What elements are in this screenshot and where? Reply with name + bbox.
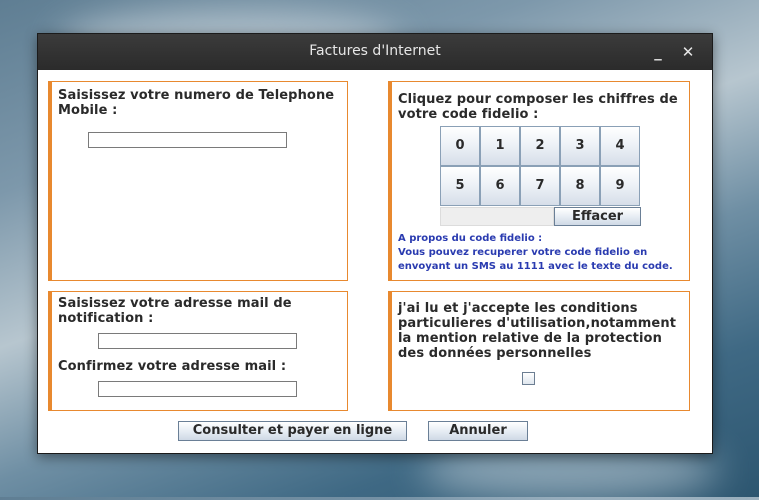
email-label: Saisissez votre adresse mail de notifica… [58,296,292,326]
terms-panel: j'ai lu et j'accepte les conditions part… [388,291,690,411]
key-7[interactable]: 7 [520,166,560,206]
key-6[interactable]: 6 [480,166,520,206]
key-0[interactable]: 0 [440,126,480,166]
key-1[interactable]: 1 [480,126,520,166]
window-content: Saisissez votre numero de Telephone Mobi… [38,70,712,453]
phone-label: Saisissez votre numero de Telephone Mobi… [58,88,335,118]
submit-button[interactable]: Consulter et payer en ligne [178,421,407,441]
confirm-email-label: Confirmez votre adresse mail : [58,359,287,374]
clear-button[interactable]: Effacer [554,207,641,226]
code-display [440,207,554,226]
cancel-button[interactable]: Annuler [428,421,528,441]
phone-input[interactable] [88,132,287,148]
email-panel: Saisissez votre adresse mail de notifica… [48,291,348,411]
fidelio-info-title: A propos du code fidelio : [398,233,543,244]
fidelio-info-text: Vous pouvez recuperer votre code fidelio… [398,247,673,272]
key-2[interactable]: 2 [520,126,560,166]
phone-panel: Saisissez votre numero de Telephone Mobi… [48,81,348,281]
terms-checkbox[interactable] [522,372,535,385]
key-5[interactable]: 5 [440,166,480,206]
fidelio-label: Cliquez pour composer les chiffres de vo… [398,92,678,122]
key-8[interactable]: 8 [560,166,600,206]
minimize-icon: _ [654,43,662,61]
key-4[interactable]: 4 [600,126,640,166]
key-9[interactable]: 9 [600,166,640,206]
key-3[interactable]: 3 [560,126,600,166]
terms-label: j'ai lu et j'accepte les conditions part… [398,301,677,361]
confirm-email-input[interactable] [98,381,297,397]
close-button[interactable]: ✕ [676,40,700,64]
close-icon: ✕ [681,43,695,61]
title-bar[interactable]: Factures d'Internet _ ✕ [38,34,712,70]
app-window: Factures d'Internet _ ✕ Saisissez votre … [37,33,713,454]
email-input[interactable] [98,333,297,349]
minimize-button[interactable]: _ [646,40,670,64]
window-title: Factures d'Internet [309,43,441,59]
fidelio-panel: Cliquez pour composer les chiffres de vo… [388,81,690,281]
